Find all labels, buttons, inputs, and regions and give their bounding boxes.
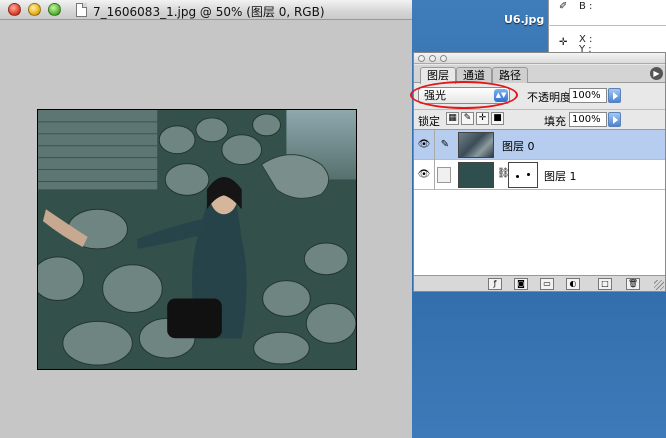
layer-row-1[interactable]: 👁 ⛓ 图层 1 bbox=[414, 160, 665, 190]
photo-canvas[interactable] bbox=[37, 109, 357, 370]
palette-menu-icon[interactable]: ▶ bbox=[650, 67, 663, 80]
photo-image bbox=[38, 110, 356, 369]
trash-icon[interactable]: 🗑 bbox=[626, 278, 640, 290]
layer-thumbnail bbox=[458, 132, 494, 158]
fill-label: 填充 bbox=[544, 115, 566, 128]
resize-grip[interactable] bbox=[654, 280, 664, 290]
layers-palette: 图层 通道 路径 ▶ 强光 ▲▼ 不透明度 100% 锁定 ▦ ✎ ✛ ■ 填充… bbox=[410, 52, 666, 292]
lock-move-icon[interactable]: ✛ bbox=[476, 112, 489, 125]
eye-icon[interactable]: 👁 bbox=[417, 168, 431, 182]
layer-name: 图层 1 bbox=[544, 170, 577, 183]
row-divider bbox=[434, 130, 435, 160]
layer-thumbnail bbox=[458, 162, 494, 188]
canvas-area[interactable] bbox=[0, 20, 412, 438]
palette-tabs: 图层 通道 路径 ▶ bbox=[414, 65, 665, 84]
tab-layers[interactable]: 图层 bbox=[420, 67, 456, 84]
add-mask-icon[interactable]: ◙ bbox=[514, 278, 528, 290]
opacity-field[interactable]: 100% bbox=[569, 88, 607, 103]
lock-label: 锁定 bbox=[418, 115, 440, 128]
lock-transparency-icon[interactable]: ▦ bbox=[446, 112, 459, 125]
fill-slider-button[interactable] bbox=[608, 112, 621, 127]
minimize-window-button[interactable] bbox=[28, 3, 41, 16]
opacity-slider-button[interactable] bbox=[608, 88, 621, 103]
palette-close-button[interactable] bbox=[418, 55, 425, 62]
row-divider bbox=[434, 160, 435, 190]
lock-all-icon[interactable]: ■ bbox=[491, 112, 504, 125]
layer-name: 图层 0 bbox=[502, 140, 535, 153]
fill-field[interactable]: 100% bbox=[569, 112, 607, 127]
new-group-icon[interactable]: ▭ bbox=[540, 278, 554, 290]
palette-collapse-button[interactable] bbox=[429, 55, 436, 62]
new-layer-icon[interactable]: □ bbox=[598, 278, 612, 290]
document-titlebar[interactable]: 7_1606083_1.jpg @ 50% (图层 0, RGB) bbox=[0, 0, 412, 20]
blend-mode-select[interactable]: 强光 ▲▼ bbox=[418, 87, 510, 104]
document-icon bbox=[76, 3, 87, 17]
crosshair-icon: ✛ bbox=[559, 37, 568, 48]
palette-titlebar[interactable] bbox=[414, 53, 665, 64]
lock-row: 锁定 ▦ ✎ ✛ ■ 填充 100% bbox=[414, 109, 665, 128]
opacity-label: 不透明度 bbox=[527, 91, 571, 104]
layer-list: 👁 ✎ 图层 0 👁 ⛓ 图层 1 bbox=[414, 129, 665, 275]
document-title: 7_1606083_1.jpg @ 50% (图层 0, RGB) bbox=[93, 5, 325, 19]
lock-paint-icon[interactable]: ✎ bbox=[461, 112, 474, 125]
brush-icon: ✎ bbox=[440, 139, 450, 150]
link-box[interactable] bbox=[437, 167, 451, 183]
mask-thumbnail bbox=[508, 162, 538, 188]
close-window-button[interactable] bbox=[8, 3, 21, 16]
layer-row-0[interactable]: 👁 ✎ 图层 0 bbox=[414, 130, 665, 160]
info-divider bbox=[548, 25, 666, 26]
layer-style-icon[interactable]: ƒ bbox=[488, 278, 502, 290]
document-window: 7_1606083_1.jpg @ 50% (图层 0, RGB) bbox=[0, 0, 412, 438]
palette-bottom-bar: ƒ ◙ ▭ ◐ □ 🗑 bbox=[414, 275, 665, 291]
updown-arrow-icon: ▲▼ bbox=[494, 89, 508, 102]
adjustment-layer-icon[interactable]: ◐ bbox=[566, 278, 580, 290]
blend-mode-value: 强光 bbox=[424, 89, 446, 102]
tab-paths[interactable]: 路径 bbox=[492, 67, 528, 83]
info-b-label: B : bbox=[579, 1, 593, 12]
zoom-window-button[interactable] bbox=[48, 3, 61, 16]
eyedropper-icon: ✐ bbox=[559, 1, 568, 12]
desktop-file-label[interactable]: U6.jpg bbox=[504, 13, 544, 26]
tab-channels[interactable]: 通道 bbox=[456, 67, 492, 83]
palette-zoom-button[interactable] bbox=[440, 55, 447, 62]
eye-icon[interactable]: 👁 bbox=[417, 138, 431, 152]
